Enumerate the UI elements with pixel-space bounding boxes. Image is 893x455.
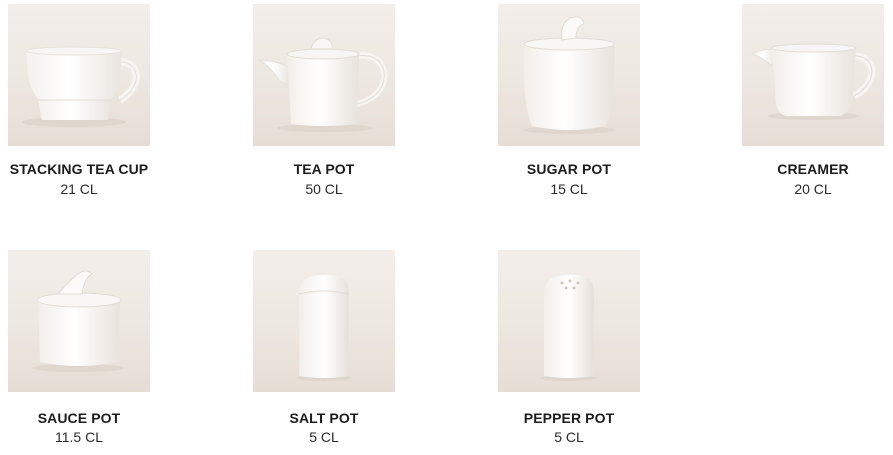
product-card-sauce-pot[interactable]: SAUCE POT 11.5 CL xyxy=(0,0,179,455)
product-card-creamer[interactable]: CREAMER 20 CL xyxy=(713,0,893,455)
product-photo[interactable] xyxy=(253,250,395,392)
salt-shaker-icon xyxy=(296,274,352,381)
product-size: 20 CL xyxy=(794,181,832,197)
product-name[interactable]: SALT POT xyxy=(224,409,424,427)
product-size: 11.5 CL xyxy=(55,429,103,445)
product-card-pepper-pot[interactable]: PEPPER POT 5 CL xyxy=(469,0,669,455)
product-card-salt-pot[interactable]: SALT POT 5 CL xyxy=(224,0,424,455)
product-photo[interactable] xyxy=(742,4,884,146)
sauce-pot-icon xyxy=(32,270,124,372)
product-size: 5 CL xyxy=(554,429,584,445)
product-grid: STACKING TEA CUP 21 CL TEA POT 50 CL SUG… xyxy=(0,0,893,455)
product-name[interactable]: CREAMER xyxy=(713,160,893,178)
creamer-icon xyxy=(750,43,876,120)
product-name[interactable]: SAUCE POT xyxy=(0,409,179,427)
product-size: 5 CL xyxy=(309,429,339,445)
pepper-shaker-icon xyxy=(541,274,597,381)
product-photo[interactable] xyxy=(8,250,150,392)
product-name[interactable]: PEPPER POT xyxy=(469,409,669,427)
product-photo[interactable] xyxy=(498,250,640,392)
